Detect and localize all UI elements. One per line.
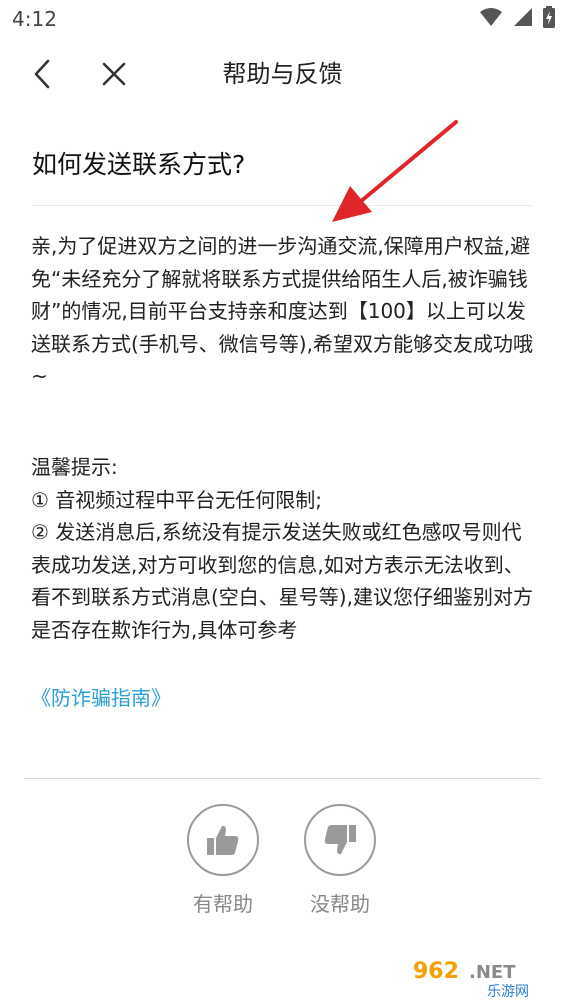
thumbs-down-icon xyxy=(324,825,356,855)
annotation-arrow xyxy=(332,120,458,222)
tips-section: 温馨提示: ① 音视频过程中平台无任何限制; ② 发送消息后,系统没有提示发送失… xyxy=(31,451,536,646)
wifi-icon xyxy=(480,8,502,26)
svg-text:962: 962 xyxy=(413,959,459,984)
thumbs-up-icon xyxy=(207,825,239,855)
anti-fraud-guide-link[interactable]: 《防诈骗指南》 xyxy=(31,682,171,711)
helpful-button[interactable]: 有帮助 xyxy=(168,804,278,917)
status-time: 4:12 xyxy=(12,7,57,31)
not-helpful-label: 没帮助 xyxy=(310,892,370,916)
helpful-circle xyxy=(187,804,259,876)
not-helpful-button[interactable]: 没帮助 xyxy=(285,804,395,917)
signal-icon xyxy=(514,8,532,26)
top-nav: 帮助与反馈 xyxy=(0,40,565,106)
page-title: 帮助与反馈 xyxy=(222,60,343,88)
status-bar: 4:12 xyxy=(0,0,565,40)
article-paragraph: 亲,为了促进双方之间的进一步沟通交流,保障用户权益,避免“未经充分了解就将联系方… xyxy=(31,234,533,388)
tip-item: ① 音视频过程中平台无任何限制; xyxy=(31,487,323,512)
site-watermark-logo: 962 .NET 乐游网 xyxy=(407,956,559,1000)
status-icons xyxy=(479,6,555,28)
svg-text:乐游网: 乐游网 xyxy=(487,984,529,1000)
tip-item: ② 发送消息后,系统没有提示发送失败或红色感叹号则代表成功发送,对方可收到您的信… xyxy=(31,520,533,642)
not-helpful-circle xyxy=(304,804,376,876)
svg-text:.NET: .NET xyxy=(469,962,516,983)
battery-icon xyxy=(543,6,555,28)
helpful-label: 有帮助 xyxy=(193,892,253,916)
bottom-divider xyxy=(24,778,541,779)
tips-heading: 温馨提示: xyxy=(31,455,118,479)
article-title: 如何发送联系方式? xyxy=(32,150,246,179)
